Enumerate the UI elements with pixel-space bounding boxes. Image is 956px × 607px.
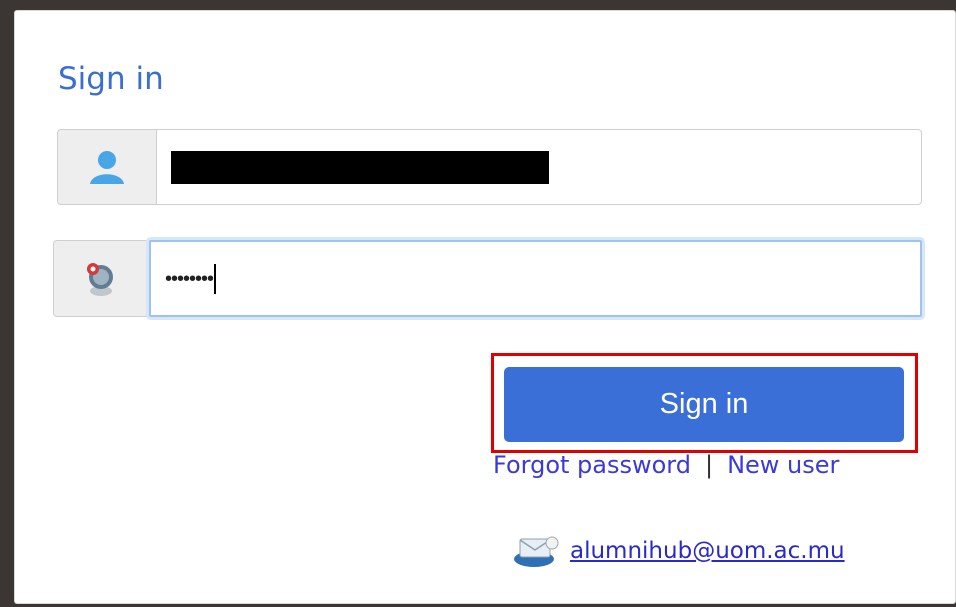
password-icon (87, 262, 113, 296)
account-links: Forgot password | New user (493, 451, 839, 479)
link-separator: | (704, 451, 714, 479)
redacted-username (171, 150, 549, 184)
username-field-group (57, 129, 922, 205)
contact-email-link[interactable]: alumnihub@uom.ac.mu (570, 538, 845, 564)
forgot-password-link[interactable]: Forgot password (493, 451, 691, 479)
password-input[interactable]: •••••••• (149, 240, 922, 317)
contact-email: alumnihub@uom.ac.mu (512, 533, 845, 569)
user-icon-addon (57, 129, 157, 205)
mail-icon (514, 536, 559, 567)
password-mask: •••••••• (165, 267, 214, 290)
page-title: Sign in (58, 61, 164, 97)
user-icon (90, 151, 124, 184)
signin-button[interactable]: Sign in (504, 367, 904, 442)
text-caret (214, 263, 217, 294)
new-user-link[interactable]: New user (727, 451, 839, 479)
password-field-group: •••••••• (53, 240, 922, 317)
password-icon-addon (53, 240, 149, 317)
username-input[interactable] (157, 129, 922, 205)
signin-panel: Sign in •••••••• Sign in Forgot password… (14, 10, 956, 604)
